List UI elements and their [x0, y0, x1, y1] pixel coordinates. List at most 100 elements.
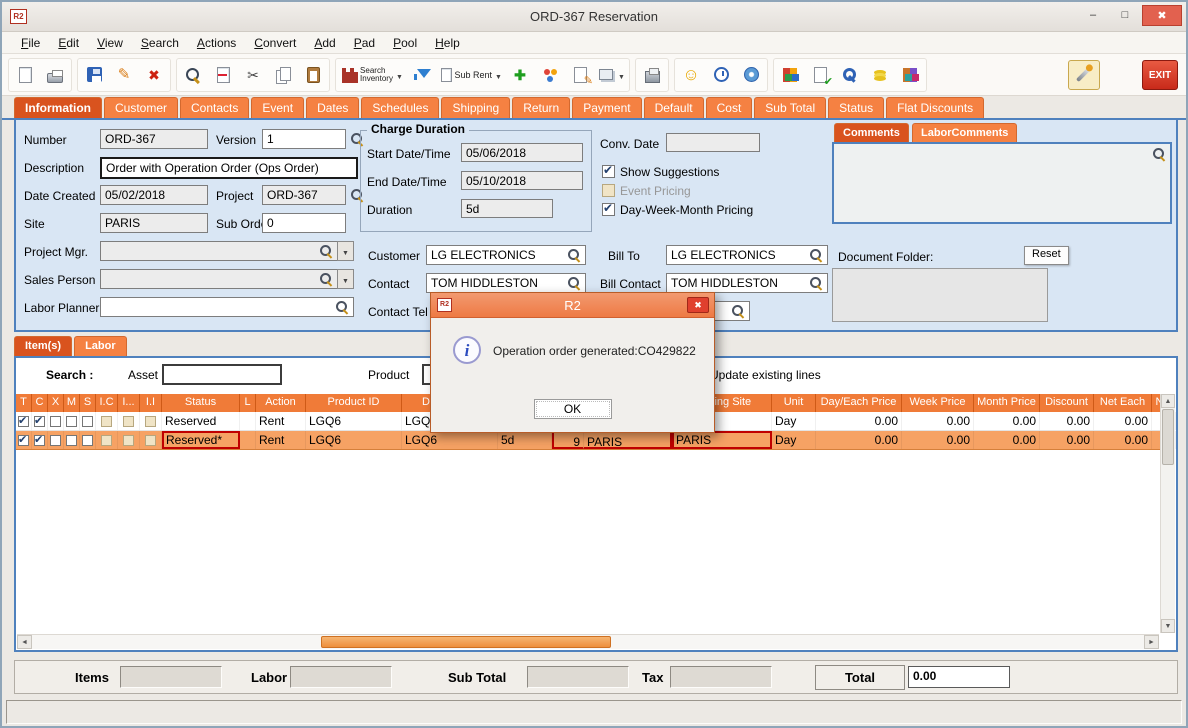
customer-field[interactable]: LG ELECTRONICS	[426, 245, 586, 265]
sales-person-dropdown[interactable]	[337, 269, 354, 289]
reset-button[interactable]: Reset	[1024, 246, 1069, 265]
globe-button[interactable]	[737, 61, 765, 89]
cut-button[interactable]	[239, 61, 267, 89]
tab-cost[interactable]: Cost	[706, 97, 753, 118]
search-icon[interactable]	[731, 304, 745, 318]
row-checkbox[interactable]	[123, 435, 134, 446]
col-status[interactable]: Status	[162, 394, 240, 412]
wand-button[interactable]	[1068, 60, 1100, 90]
col-action[interactable]: Action	[256, 394, 306, 412]
search-icon[interactable]	[567, 276, 581, 290]
row-checkbox[interactable]	[66, 416, 77, 427]
row-checkbox[interactable]	[82, 435, 93, 446]
row-checkbox[interactable]	[50, 435, 61, 446]
money-button[interactable]	[866, 61, 894, 89]
exit-button[interactable]: EXIT	[1142, 60, 1178, 90]
col-l[interactable]: L	[240, 394, 256, 412]
close-button[interactable]: ✖	[1142, 5, 1182, 26]
note-check-button[interactable]	[806, 61, 834, 89]
col-s[interactable]: S	[80, 394, 96, 412]
row-checkbox[interactable]	[101, 416, 112, 427]
asset-input[interactable]	[162, 364, 282, 385]
col-unit[interactable]: Unit	[772, 394, 816, 412]
horizontal-scroll-thumb[interactable]	[321, 636, 611, 648]
tab-labor[interactable]: Labor	[74, 336, 127, 356]
tab-labor-comments[interactable]: LaborComments	[912, 123, 1017, 142]
row-checkbox[interactable]	[123, 416, 134, 427]
row-checkbox[interactable]	[18, 435, 29, 446]
menu-help[interactable]: Help	[426, 34, 469, 52]
row-checkbox[interactable]	[82, 416, 93, 427]
col-t[interactable]: T	[16, 394, 32, 412]
scroll-down-button[interactable]: ▼	[1161, 619, 1175, 633]
col-x[interactable]: X	[48, 394, 64, 412]
new-document-button[interactable]	[11, 61, 39, 89]
menu-actions[interactable]: Actions	[188, 34, 245, 52]
col-m[interactable]: M	[64, 394, 80, 412]
scroll-up-button[interactable]: ▲	[1161, 394, 1175, 408]
event-pricing-checkbox[interactable]	[602, 184, 615, 197]
add-line-button[interactable]	[506, 61, 534, 89]
row-checkbox[interactable]	[50, 416, 61, 427]
row-checkbox[interactable]	[145, 435, 156, 446]
comments-textarea[interactable]	[832, 142, 1172, 224]
search-icon[interactable]	[319, 244, 333, 258]
search-icon[interactable]	[567, 248, 581, 262]
fax-button[interactable]	[638, 61, 666, 89]
tab-comments[interactable]: Comments	[834, 123, 909, 142]
col-week-price[interactable]: Week Price	[902, 394, 974, 412]
chevron-down-icon[interactable]	[395, 66, 404, 84]
scroll-right-button[interactable]: ►	[1144, 635, 1159, 649]
document-folder-box[interactable]	[832, 268, 1048, 322]
col-ix[interactable]: I...	[118, 394, 140, 412]
search-inventory-button[interactable]: SearchInventory	[338, 61, 408, 89]
vertical-scroll-thumb[interactable]	[1162, 409, 1174, 465]
col-month-price[interactable]: Month Price	[974, 394, 1040, 412]
delete-button[interactable]	[140, 61, 168, 89]
search-icon[interactable]	[335, 300, 349, 314]
group-items-button[interactable]	[536, 61, 564, 89]
day-week-month-checkbox[interactable]	[602, 203, 615, 216]
chevron-down-icon[interactable]	[617, 66, 626, 84]
tab-dates[interactable]: Dates	[306, 97, 359, 118]
menu-add[interactable]: Add	[305, 34, 344, 52]
col-day-each-price[interactable]: Day/Each Price	[816, 394, 902, 412]
cut-line-button[interactable]	[209, 61, 237, 89]
history-button[interactable]	[707, 61, 735, 89]
row-checkbox[interactable]	[66, 435, 77, 446]
tab-return[interactable]: Return	[512, 97, 570, 118]
dialog-close-button[interactable]	[687, 297, 709, 313]
copy-button[interactable]	[269, 61, 297, 89]
key-button[interactable]	[836, 61, 864, 89]
tab-contacts[interactable]: Contacts	[180, 97, 249, 118]
tab-customer[interactable]: Customer	[104, 97, 178, 118]
horizontal-scrollbar[interactable]: ◄ ►	[17, 634, 1159, 649]
menu-pool[interactable]: Pool	[384, 34, 426, 52]
row-checkbox[interactable]	[34, 435, 45, 446]
conv-date-field[interactable]	[666, 133, 760, 152]
search-icon[interactable]	[809, 276, 823, 290]
duration-field[interactable]: 5d	[461, 199, 553, 218]
tab-schedules[interactable]: Schedules	[361, 97, 439, 118]
description-field[interactable]: Order with Operation Order (Ops Order)	[100, 157, 358, 179]
comments-search-icon[interactable]	[1152, 147, 1166, 161]
row-checkbox[interactable]	[145, 416, 156, 427]
tab-shipping[interactable]: Shipping	[441, 97, 510, 118]
menu-search[interactable]: Search	[132, 34, 188, 52]
project-mgr-dropdown[interactable]	[337, 241, 354, 261]
menu-file[interactable]: File	[12, 34, 49, 52]
contact-field[interactable]: TOM HIDDLESTON	[426, 273, 586, 293]
col-ii[interactable]: I.I	[140, 394, 162, 412]
tab-sub-total[interactable]: Sub Total	[754, 97, 826, 118]
labor-planner-field[interactable]	[100, 297, 354, 317]
tab-flat-discounts[interactable]: Flat Discounts	[886, 97, 984, 118]
ok-button[interactable]: OK	[534, 399, 612, 419]
packages-button[interactable]	[896, 61, 924, 89]
memo-button[interactable]	[566, 61, 594, 89]
col-discount[interactable]: Discount	[1040, 394, 1094, 412]
print-button[interactable]	[41, 61, 69, 89]
menu-convert[interactable]: Convert	[245, 34, 305, 52]
stack-button[interactable]	[596, 61, 627, 89]
find-button[interactable]	[179, 61, 207, 89]
paste-button[interactable]	[299, 61, 327, 89]
